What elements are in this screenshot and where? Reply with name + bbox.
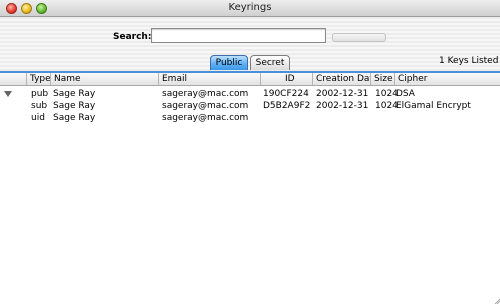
- keys-table: Type Name Email ID Creation Date Size Ci…: [0, 71, 500, 304]
- cell-type: sub: [31, 101, 48, 111]
- window-title: Keyrings: [228, 2, 272, 13]
- keys-listed-count: 1 Keys Listed: [439, 56, 499, 66]
- search-label: Search:: [113, 32, 152, 42]
- cell-size: 1024: [375, 101, 398, 111]
- cell-name: Sage Ray: [53, 113, 96, 123]
- cell-type: pub: [31, 89, 49, 99]
- cell-cipher: DSA: [396, 89, 415, 99]
- cell-creation-date: [316, 112, 373, 124]
- table-row[interactable]: sub Sage Ray sageray@mac.com D5B2A9F2 20…: [0, 100, 500, 112]
- cell-creation-date: 2002-12-31: [316, 89, 369, 99]
- column-header-email[interactable]: Email: [158, 73, 260, 85]
- cell-id: 190CF224: [263, 89, 309, 99]
- disclosure-triangle-icon[interactable]: [4, 91, 12, 97]
- cell-creation-date: 2002-12-31: [316, 101, 369, 111]
- cell-type: uid: [31, 113, 45, 123]
- table-row[interactable]: pub Sage Ray sageray@mac.com 190CF224 20…: [0, 88, 500, 100]
- cell-name: Sage Ray: [53, 101, 96, 111]
- cell-cipher: ElGamal Encrypt: [396, 101, 471, 111]
- toolbar: Search: Public Secret 1 Keys Listed: [0, 17, 500, 71]
- resize-grip-icon[interactable]: [494, 298, 500, 304]
- column-header-creation-date[interactable]: Creation Date: [312, 73, 370, 85]
- cell-email: sageray@mac.com: [162, 89, 249, 99]
- tab-public[interactable]: Public: [210, 55, 248, 70]
- column-header-cipher[interactable]: Cipher: [394, 73, 500, 85]
- column-header-name[interactable]: Name: [50, 73, 158, 85]
- table-header: Type Name Email ID Creation Date Size Ci…: [0, 73, 500, 86]
- column-header-disclosure: [0, 73, 26, 85]
- column-header-type[interactable]: Type: [26, 73, 50, 85]
- cell-id: D5B2A9F2: [263, 101, 311, 111]
- cell-name: Sage Ray: [53, 89, 96, 99]
- search-progress-indicator: [332, 33, 386, 42]
- cell-email: sageray@mac.com: [162, 113, 249, 123]
- cell-email: sageray@mac.com: [162, 101, 249, 111]
- cell-size: 1024: [375, 89, 398, 99]
- tab-secret[interactable]: Secret: [250, 55, 290, 70]
- column-header-id[interactable]: ID: [260, 73, 312, 85]
- keyrings-window: Keyrings Search: Public Secret 1 Keys Li…: [0, 0, 500, 304]
- title-bar[interactable]: Keyrings: [0, 0, 500, 17]
- table-row[interactable]: uid Sage Ray sageray@mac.com: [0, 112, 500, 124]
- column-header-size[interactable]: Size: [370, 73, 394, 85]
- search-input[interactable]: [151, 28, 326, 43]
